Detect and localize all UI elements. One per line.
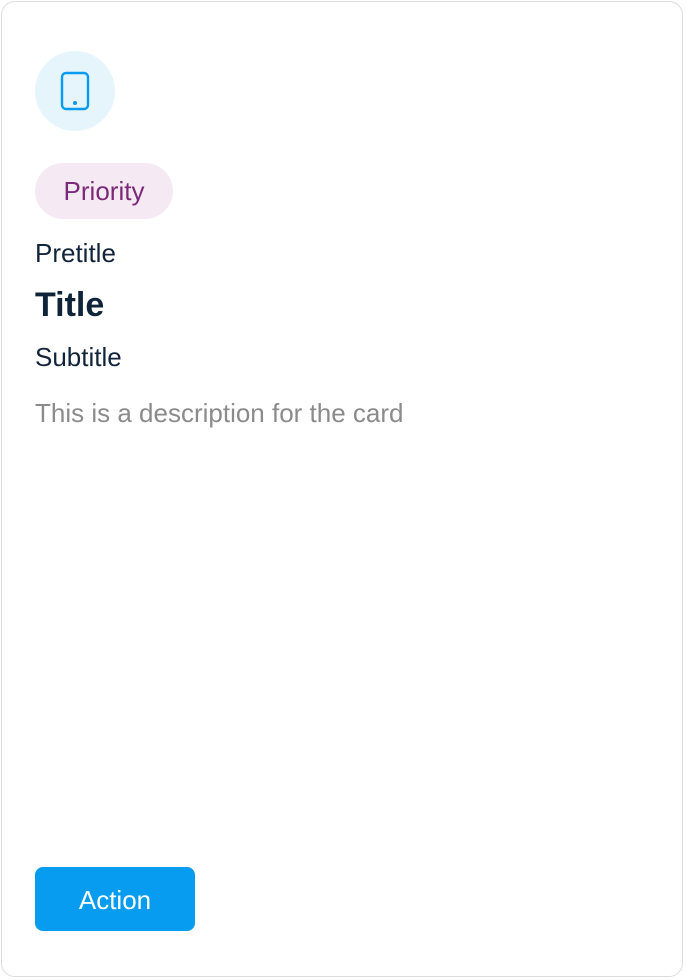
card: Priority Pretitle Title Subtitle This is…	[1, 1, 683, 977]
icon-container	[35, 51, 115, 131]
card-description: This is a description for the card	[35, 398, 404, 428]
card-title: Title	[35, 286, 105, 324]
priority-tag: Priority	[35, 163, 173, 219]
card-subtitle: Subtitle	[35, 342, 122, 372]
card-pretitle: Pretitle	[35, 238, 116, 268]
smartphone-icon	[60, 71, 90, 111]
action-button[interactable]: Action	[35, 867, 195, 931]
